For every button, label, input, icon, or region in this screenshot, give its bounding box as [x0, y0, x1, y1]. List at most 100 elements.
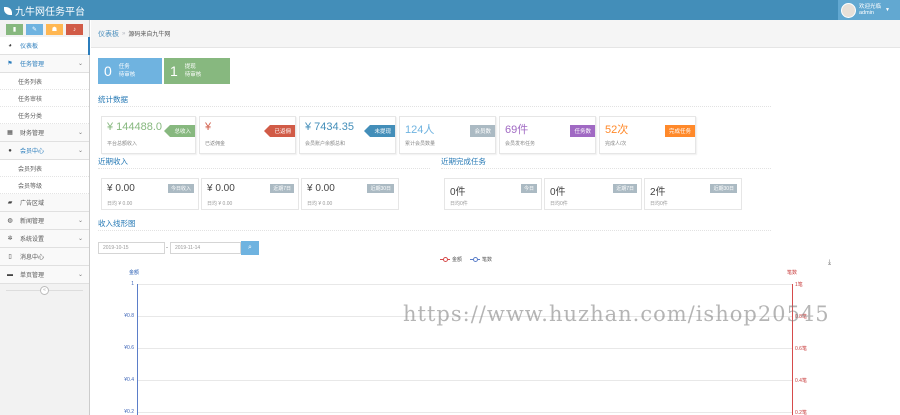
shortcut-stats-button[interactable]: ▮: [6, 24, 23, 35]
pending-withdraw-count: 1: [170, 63, 178, 79]
income-card-30days: ¥ 0.00 日均 ¥ 0.00 近期30日: [301, 178, 399, 210]
y-axis-left: [137, 284, 138, 415]
section-divider: [98, 168, 430, 169]
stat-badge: 任务数: [570, 125, 595, 137]
chart-gridline: [138, 380, 792, 381]
sidebar-item-label: 会员中心: [20, 149, 45, 155]
globe-icon: ◍: [7, 218, 13, 224]
y-tick-right: 0.6笔: [795, 346, 807, 352]
leaf-icon: [4, 6, 12, 15]
stat-badge: 会员数: [470, 125, 495, 137]
date-from-input[interactable]: 2019-10-15: [98, 242, 165, 254]
legend-item[interactable]: 笔数: [470, 256, 492, 263]
stat-label: 累计会员数量: [405, 141, 436, 147]
stat-value: ¥ 7434.35: [305, 121, 354, 133]
pending-withdraw-box[interactable]: 1 提现 待审核: [164, 58, 230, 84]
legend-marker: [470, 257, 481, 262]
download-icon[interactable]: ⤓: [828, 259, 831, 267]
date-range-separator: -: [166, 245, 168, 251]
legend-item[interactable]: 金额: [440, 256, 462, 263]
task-card-today: 0件 日均0件 今日: [444, 178, 542, 210]
search-icon: ⌕: [248, 244, 252, 251]
chevron-down-icon: ⌄: [77, 148, 83, 154]
chevron-down-icon: ⌄: [77, 61, 83, 67]
income-badge: 近期7日: [270, 184, 294, 193]
sidebar-item-label: 财务管理: [20, 131, 45, 137]
stat-card-total-income: ¥ 144488.0 平台总额收入 总收入: [101, 116, 196, 154]
task-daily-avg: 日均0件: [450, 201, 468, 207]
stat-label: 会员发布任务: [505, 141, 536, 147]
chevron-down-icon: ⌄: [77, 236, 83, 242]
caret-down-icon: ▼: [885, 7, 890, 13]
stat-value: 69件: [505, 124, 529, 136]
income-badge: 今日收入: [167, 184, 194, 193]
sidebar-item-ads[interactable]: ▰ 广告区域: [0, 194, 89, 212]
sidebar-item-tasks[interactable]: ⚑ 任务管理 ⌄: [0, 55, 89, 73]
income-daily-avg: 日均 ¥ 0.00: [307, 201, 333, 207]
sidebar: ▮ ✎ ☗ ♪ ◕ 仪表板 ⚑ 任务管理 ⌄ 任务列表 任务审核 任务分类 ▦ …: [0, 20, 90, 415]
legend-label: 笔数: [482, 257, 493, 263]
stat-badge: 已返佣: [264, 125, 295, 137]
sidebar-subitem-task-list[interactable]: 任务列表: [0, 73, 89, 90]
brand[interactable]: 九牛网任务平台: [4, 3, 85, 18]
task-count: 0件: [450, 187, 466, 198]
sidebar-item-dashboard[interactable]: ◕ 仪表板: [0, 37, 90, 55]
sidebar-subitem-task-category[interactable]: 任务分类: [0, 107, 89, 124]
income-daily-avg: 日均 ¥ 0.00: [207, 201, 233, 207]
tasks-section-title: 近期完成任务: [441, 157, 486, 166]
stat-card-tasks: 69件 会员发布任务 任务数: [499, 116, 596, 154]
income-section-title: 近期收入: [98, 157, 128, 166]
sidebar-item-members[interactable]: ● 会员中心 ⌄: [0, 142, 89, 160]
breadcrumb-current: 源码来自九牛网: [128, 32, 171, 38]
shortcut-settings-button[interactable]: ♪: [66, 24, 83, 35]
user-menu[interactable]: 欢迎光临 admin ▼: [838, 0, 900, 20]
pending-task-count: 0: [104, 63, 112, 79]
sidebar-item-label: 任务管理: [20, 62, 45, 68]
stat-badge: 总收入: [164, 125, 195, 137]
pending-task-label: 任务: [118, 64, 130, 70]
top-navbar: 九牛网任务平台 欢迎光临 admin ▼: [0, 0, 900, 20]
stat-label: 已返佣金: [205, 141, 226, 147]
sidebar-item-finance[interactable]: ▦ 财务管理 ⌄: [0, 124, 89, 142]
picture-icon: ▰: [7, 200, 13, 206]
sidebar-item-label: 单页管理: [20, 273, 45, 279]
sidebar-subitem-label: 任务审核: [18, 96, 43, 103]
stat-label: 完成人/次: [605, 141, 627, 147]
sidebar-subitem-member-list[interactable]: 会员列表: [0, 160, 89, 177]
sidebar-subitem-label: 任务分类: [18, 113, 43, 120]
task-count: 0件: [550, 187, 566, 198]
section-divider: [441, 168, 771, 169]
stat-value: 52次: [605, 124, 629, 136]
flag-icon: ⚑: [7, 61, 13, 67]
pending-task-box[interactable]: 0 任务 待审核: [98, 58, 162, 84]
sidebar-item-label: 新闻管理: [20, 219, 45, 225]
task-card-7days: 0件 日均0件 近期7日: [544, 178, 642, 210]
sidebar-item-pages[interactable]: ▬ 单页管理 ⌄: [0, 266, 89, 284]
sidebar-item-label: 系统设置: [20, 237, 45, 243]
user-icon: ●: [8, 147, 12, 154]
search-button[interactable]: ⌕: [241, 241, 259, 255]
sidebar-subitem-task-review[interactable]: 任务审核: [0, 90, 89, 107]
sidebar-item-news[interactable]: ◍ 新闻管理 ⌄: [0, 212, 89, 230]
chart-gridline: [138, 412, 792, 413]
shortcut-edit-button[interactable]: ✎: [26, 24, 43, 35]
stat-card-members: 124人 累计会员数量 会员数: [399, 116, 496, 154]
sidebar-item-messages[interactable]: ▯ 消息中心: [0, 248, 89, 266]
date-to-input[interactable]: 2019-11-14: [170, 242, 241, 254]
sidebar-shortcuts: ▮ ✎ ☗ ♪: [0, 20, 89, 37]
breadcrumb-home-link[interactable]: 仪表板: [98, 29, 119, 39]
income-value: ¥ 0.00: [307, 183, 335, 194]
sidebar-item-label: 仪表板: [20, 44, 39, 50]
sidebar-subitem-member-level[interactable]: 会员等级: [0, 177, 89, 194]
dashboard-icon: ◕: [8, 42, 12, 49]
legend-label: 金额: [452, 257, 463, 263]
shortcut-group-button[interactable]: ☗: [46, 24, 63, 35]
chevron-down-icon: ⌄: [77, 130, 83, 136]
y-tick-left: ¥0.6: [124, 345, 134, 351]
sidebar-item-settings[interactable]: ✲ 系统设置 ⌄: [0, 230, 89, 248]
y-tick-left: ¥0.8: [124, 313, 134, 319]
task-badge: 近期7日: [613, 184, 637, 193]
y-tick-right: 1笔: [795, 282, 803, 288]
sidebar-collapse[interactable]: «: [0, 284, 89, 296]
y-tick-right: 0.4笔: [795, 378, 807, 384]
